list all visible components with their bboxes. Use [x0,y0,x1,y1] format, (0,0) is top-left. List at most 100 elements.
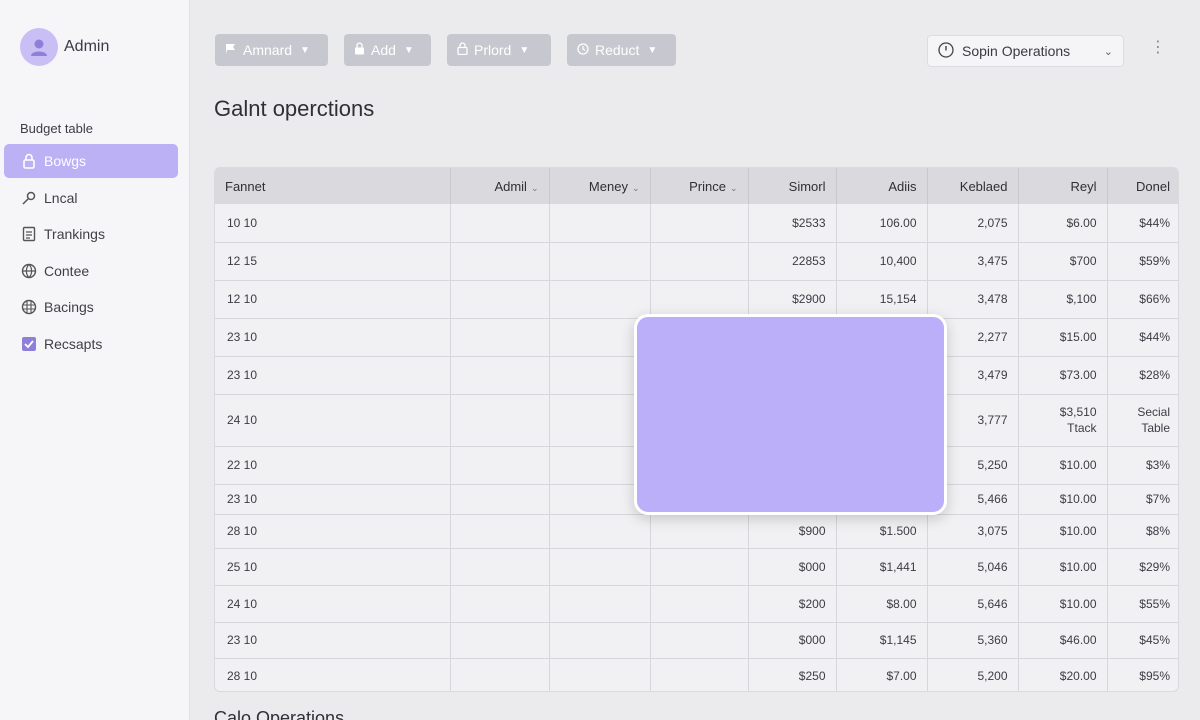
table-cell: 25 10 [215,548,451,586]
table-cell [450,204,550,243]
column-header-adiis[interactable]: Adiis [836,168,928,204]
table-cell: $10.00 [1018,514,1108,549]
table-row[interactable]: 10 10 $2533 106.00 2,075 $6.00 $44% [215,204,1178,243]
table-cell [650,585,749,623]
column-header-meney[interactable]: Meney ⌄ [549,168,651,204]
table-row[interactable]: 25 10 $000 $1,441 5,046 $10.00 $29% [215,548,1178,586]
prlord-button[interactable]: Prlord ▼ [447,34,551,66]
column-header-keblaed[interactable]: Keblaed [927,168,1019,204]
table-cell: 5,046 [927,548,1019,586]
table-cell: $66% [1107,280,1178,319]
overlay-panel[interactable] [634,314,947,515]
sidebar: Admin Budget table Bowgs Lncal Trankings [0,0,190,720]
table-cell: $1,441 [836,548,928,586]
chevron-down-icon: ⌄ [1103,45,1113,58]
table-cell [450,484,550,515]
column-header-fannet[interactable]: Fannet [215,168,451,204]
chevron-down-icon: ▼ [647,44,658,56]
reduct-button[interactable]: Reduct ▼ [567,34,676,66]
table-row[interactable]: 24 10 $200 $8.00 5,646 $10.00 $55% [215,585,1178,623]
sidebar-item-label: Bacings [44,299,94,315]
table-cell: $6.00 [1018,204,1108,243]
amnard-button-label: Amnard [243,42,293,58]
chevron-down-icon: ▼ [403,44,414,56]
table-cell: $45% [1107,622,1178,659]
table-cell [549,658,651,691]
table-cell [450,658,550,691]
table-cell [450,356,550,395]
table-cell: $000 [748,622,837,659]
reduct-button-label: Reduct [595,42,640,58]
sidebar-item-bowgs[interactable]: Bowgs [4,144,178,178]
table-cell [450,446,550,485]
column-header-label: Meney [588,178,628,194]
user-icon [31,39,47,56]
table-cell: $28% [1107,356,1178,395]
column-header-admil[interactable]: Admil ⌄ [450,168,550,204]
sidebar-nav: Bowgs Lncal Trankings Contee Bacings Rec… [4,144,178,363]
table-cell: 24 10 [215,394,451,447]
table-cell: $10.00 [1018,446,1108,485]
avatar[interactable] [20,28,58,66]
sidebar-item-lncal[interactable]: Lncal [4,181,178,215]
prlord-button-label: Prlord [474,42,512,58]
profile[interactable]: Admin [20,28,109,66]
table-cell [450,394,550,447]
table-cell [549,514,651,549]
more-options-icon[interactable]: ⋮ [1150,40,1166,56]
table-cell: 23 10 [215,622,451,659]
sidebar-item-label: Contee [44,262,90,279]
chevron-down-icon[interactable]: ⌄ [730,183,738,193]
table-cell: $15.00 [1018,318,1108,357]
table-cell: $73.00 [1018,356,1108,395]
table-row[interactable]: 12 15 22853 10,400 3,475 $700 $59% [215,242,1178,281]
sidebar-section-label: Budget table [20,121,94,136]
sidebar-item-label: Bowgs [44,153,87,169]
operations-select-value: Sopin Operations [962,43,1071,59]
lock-icon [457,42,468,58]
table-row[interactable]: 28 10 $250 $7.00 5,200 $20.00 $95% [215,658,1178,691]
sidebar-item-recsapts[interactable]: Recsapts [4,327,178,361]
table-cell [650,280,749,319]
add-button[interactable]: Add ▼ [344,34,431,66]
table-cell [650,548,749,586]
column-header-reyl[interactable]: Reyl [1018,168,1108,204]
table-cell [650,622,749,659]
table-header-row: Fannet Admil ⌄ Meney ⌄ Prince ⌄ Simorl Adii… [215,168,1178,204]
table-cell: $10.00 [1018,548,1108,586]
column-header-prince[interactable]: Prince ⌄ [650,168,749,204]
column-header-donel[interactable]: Donel [1107,168,1178,204]
chevron-down-icon[interactable]: ⌄ [531,183,539,193]
grid-globe-icon [20,298,38,316]
table-cell: 10,400 [836,242,928,281]
table-cell: 28 10 [215,514,451,549]
amnard-button[interactable]: Amnard ▼ [215,34,328,66]
table-cell: 106.00 [836,204,928,243]
sidebar-item-trankings[interactable]: Trankings [4,217,178,251]
table-cell: 3,478 [927,280,1019,319]
table-cell: 22853 [748,242,837,281]
table-cell: $700 [1018,242,1108,281]
operations-select[interactable]: Sopin Operations ⌄ [927,35,1124,67]
sidebar-item-contee[interactable]: Contee [4,254,178,288]
table-row[interactable]: 28 10 $900 $1.500 3,075 $10.00 $8% [215,514,1178,549]
sidebar-item-label: Lncal [44,189,78,206]
table-cell: $200 [748,585,837,623]
main-content: Amnard ▼ Add ▼ Prlord ▼ Reduct ▼ Sopin O… [190,0,1200,720]
sidebar-item-bacings[interactable]: Bacings [4,290,178,324]
table-cell: $8.00 [836,585,928,623]
chevron-down-icon[interactable]: ⌄ [632,183,640,193]
table-row[interactable]: 12 10 $2900 15,154 3,478 $,100 $66% [215,280,1178,319]
checkbox-icon [20,335,38,353]
column-header-simorl[interactable]: Simorl [748,168,837,204]
table-cell [549,548,651,586]
lock-icon [354,42,365,58]
table-row[interactable]: 23 10 $000 $1,145 5,360 $46.00 $45% [215,622,1178,659]
column-header-label: Simorl [788,178,826,194]
table-cell: $7.00 [836,658,928,691]
table-cell: $1,145 [836,622,928,659]
table-cell [450,622,550,659]
table-cell: $44% [1107,318,1178,357]
table-cell: $55% [1107,585,1178,623]
chevron-down-icon: ▼ [300,44,310,56]
